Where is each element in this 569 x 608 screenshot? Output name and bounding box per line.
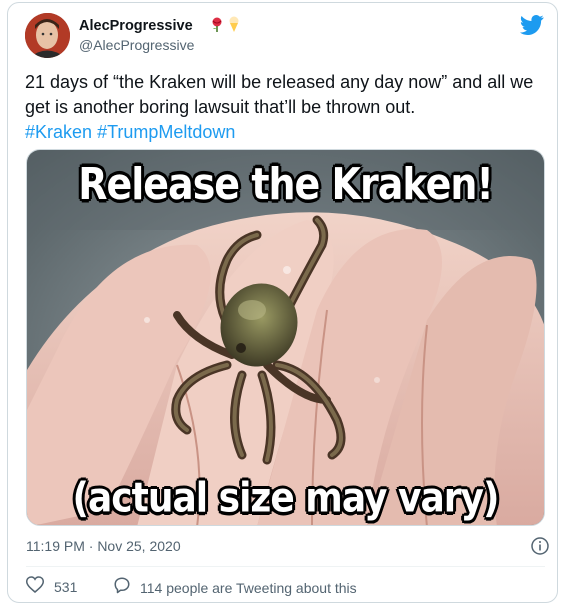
conversation-link[interactable]: 114 people are Tweeting about this [113, 576, 357, 599]
ice-cream-icon [228, 16, 240, 37]
divider [26, 566, 545, 567]
author-name[interactable]: AlecProgressive [79, 18, 193, 34]
tweet-body-text: 21 days of “the Kraken will be released … [25, 72, 534, 117]
rose-icon [209, 16, 225, 37]
meme-caption-top: Release the Kraken! [78, 158, 494, 210]
hashtag-kraken[interactable]: #Kraken [25, 122, 92, 142]
speech-bubble-icon [113, 576, 131, 599]
like-count: 531 [54, 579, 78, 595]
tweet-timestamp[interactable]: 11:19 PM · Nov 25, 2020 [26, 538, 181, 554]
info-icon[interactable] [531, 537, 549, 555]
author-handle[interactable]: @AlecProgressive [79, 37, 194, 53]
hashtag-trumpmeltdown[interactable]: #TrumpMeltdown [97, 122, 235, 142]
twitter-bird-icon[interactable] [519, 15, 544, 35]
heart-icon [25, 576, 45, 598]
conversation-text: 114 people are Tweeting about this [140, 579, 357, 596]
meme-caption-bottom: (actual size may vary) [72, 474, 500, 523]
author-emoji-group [209, 16, 240, 37]
tweet-text: 21 days of “the Kraken will be released … [25, 70, 545, 145]
tweet-card[interactable]: AlecProgressive @AlecProgressive 21 days… [7, 2, 558, 603]
like-button[interactable]: 531 [25, 576, 78, 598]
tweet-image[interactable]: Release the Kraken! (actual size may var… [26, 149, 545, 526]
avatar[interactable] [25, 13, 70, 58]
